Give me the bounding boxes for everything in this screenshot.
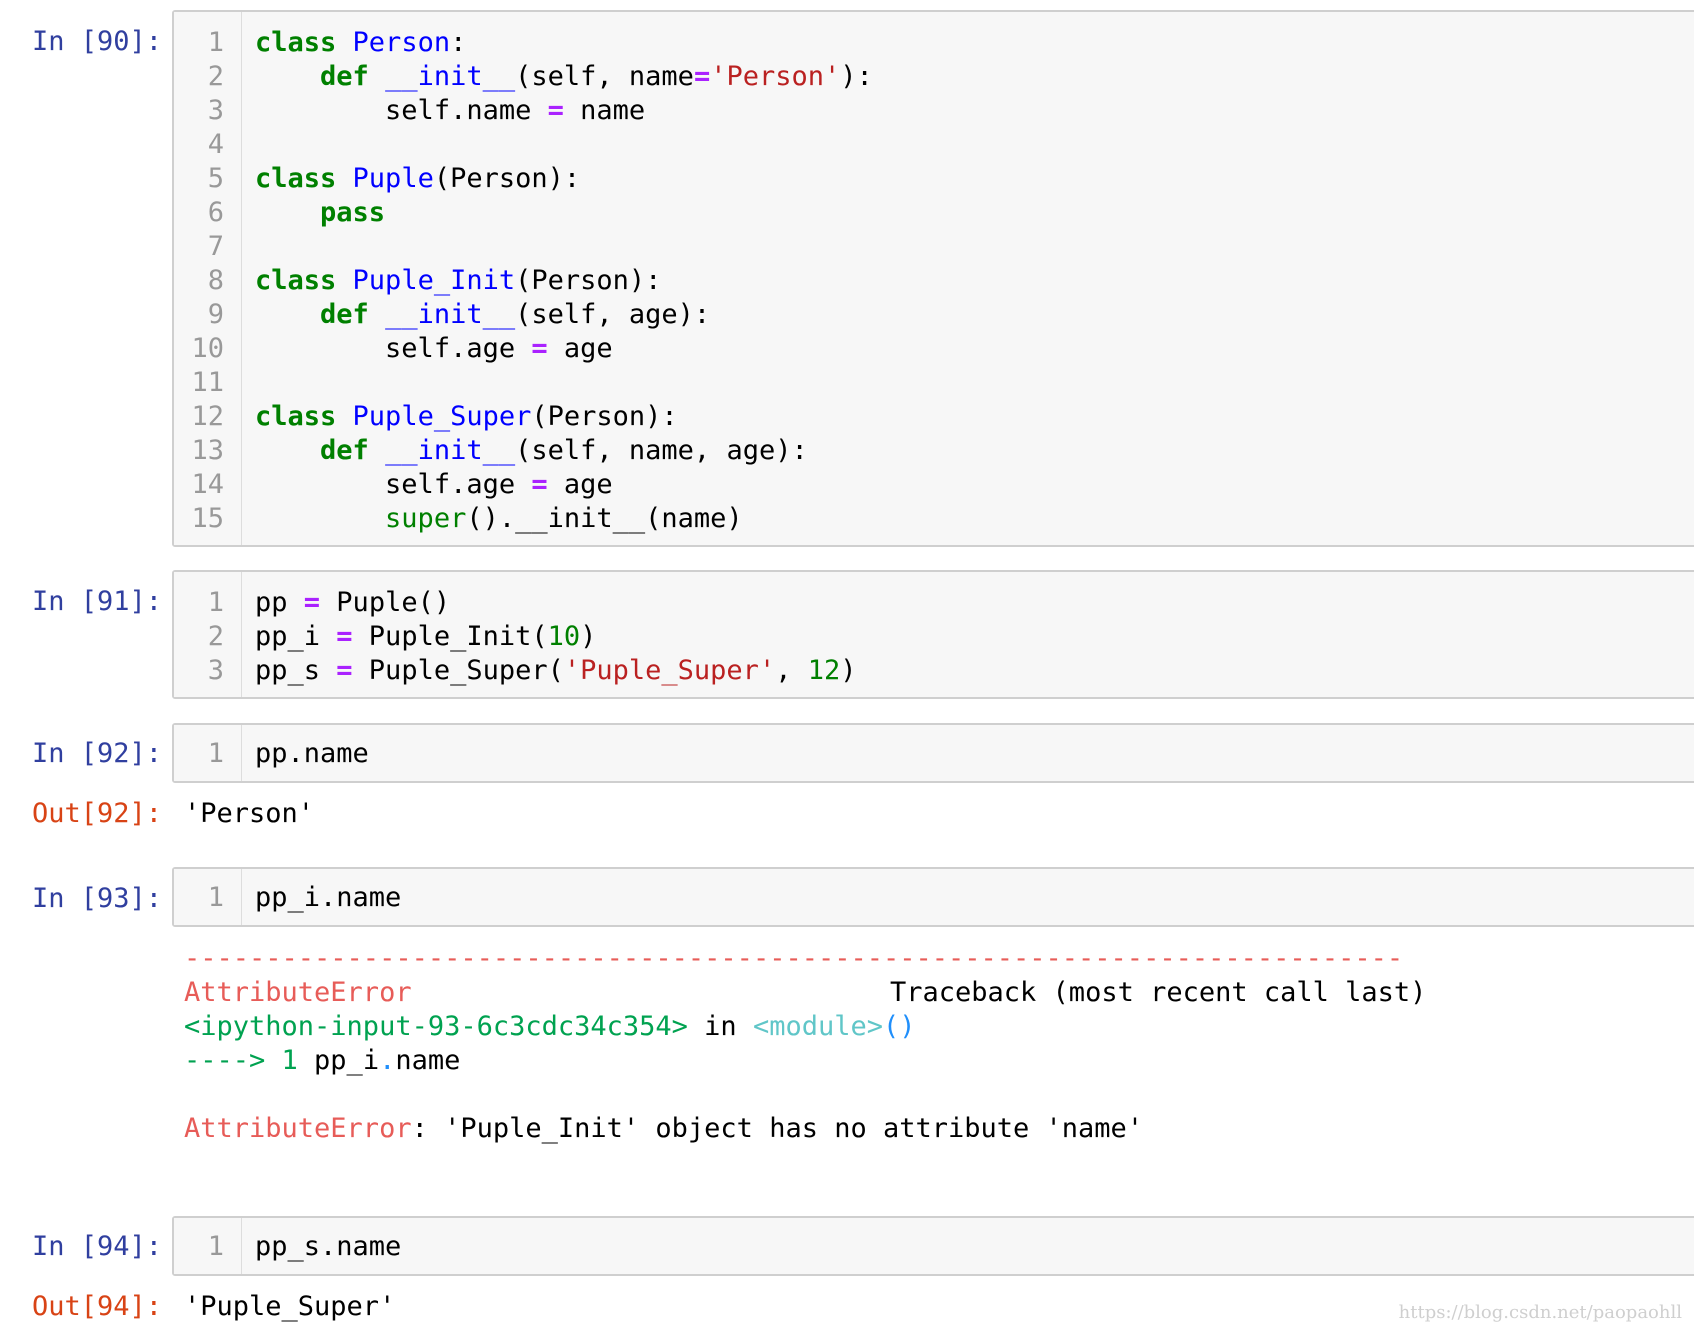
- line-number: 11: [191, 367, 224, 398]
- code-line[interactable]: class Puple(Person):: [255, 162, 580, 196]
- code-line[interactable]: def __init__(self, age):: [255, 298, 710, 332]
- code-line[interactable]: self.name = name: [255, 94, 645, 128]
- line-number: 10: [191, 333, 224, 364]
- code-line[interactable]: pp_s = Puple_Super('Puple_Super', 12): [255, 654, 857, 688]
- output-prompt-92: Out[92]:: [31, 798, 162, 829]
- line-number: 2: [207, 61, 224, 92]
- input-prompt-93: In [93]:: [31, 883, 162, 914]
- code-line[interactable]: class Puple_Super(Person):: [255, 400, 678, 434]
- code-line[interactable]: super().__init__(name): [255, 502, 743, 536]
- code-line[interactable]: def __init__(self, name, age):: [255, 434, 808, 468]
- traceback-error-message: AttributeError: 'Puple_Init' object has …: [184, 1113, 1144, 1144]
- line-number: 1: [207, 882, 224, 913]
- code-line[interactable]: class Person:: [255, 26, 466, 60]
- line-number: 5: [207, 163, 224, 194]
- code-line[interactable]: pp = Puple(): [255, 586, 450, 620]
- line-number: 1: [207, 587, 224, 618]
- input-prompt-90: In [90]:: [31, 26, 162, 57]
- line-number: 6: [207, 197, 224, 228]
- line-number: 3: [207, 95, 224, 126]
- code-cell-94[interactable]: 1 pp_s.name: [172, 1216, 1694, 1276]
- code-cell-90[interactable]: 1 2 3 4 5 6 7 8 9 10 11 12 13 14 15 clas…: [172, 10, 1694, 547]
- line-number: 14: [191, 469, 224, 500]
- line-number: 3: [207, 655, 224, 686]
- line-number-gutter: 1 2 3: [174, 572, 242, 697]
- line-number: 1: [207, 738, 224, 769]
- code-line[interactable]: pp_i.name: [255, 881, 401, 915]
- code-line[interactable]: def __init__(self, name='Person'):: [255, 60, 873, 94]
- traceback-separator: ----------------------------------------…: [184, 943, 1404, 974]
- code-line[interactable]: pp.name: [255, 737, 369, 771]
- traceback-header: AttributeError Traceback (most recent cal…: [184, 976, 1426, 1010]
- line-number: 9: [207, 299, 224, 330]
- input-prompt-91: In [91]:: [31, 586, 162, 617]
- cell-output: 'Puple_Super': [184, 1291, 396, 1322]
- line-number: 7: [207, 231, 224, 262]
- line-number: 12: [191, 401, 224, 432]
- code-line[interactable]: self.age = age: [255, 332, 613, 366]
- traceback-arrow-line: ----> 1 pp_i.name: [184, 1045, 461, 1076]
- input-prompt-92: In [92]:: [31, 738, 162, 769]
- error-name: AttributeError: [184, 977, 412, 1008]
- code-line[interactable]: pp_i = Puple_Init(10): [255, 620, 596, 654]
- code-line[interactable]: self.age = age: [255, 468, 613, 502]
- code-cell-91[interactable]: 1 2 3 pp = Puple() pp_i = Puple_Init(10)…: [172, 570, 1694, 699]
- traceback-location: <ipython-input-93-6c3cdc34c354> in <modu…: [184, 1011, 916, 1042]
- line-number-gutter: 1: [174, 869, 242, 925]
- output-prompt-94: Out[94]:: [31, 1291, 162, 1322]
- line-number: 1: [207, 27, 224, 58]
- watermark: https://blog.csdn.net/paopaohll: [1398, 1302, 1682, 1323]
- line-number-gutter: 1: [174, 725, 242, 781]
- line-number: 2: [207, 621, 224, 652]
- code-line[interactable]: pass: [255, 196, 385, 230]
- cell-output: 'Person': [184, 798, 315, 829]
- code-line[interactable]: pp_s.name: [255, 1230, 401, 1264]
- line-number: 8: [207, 265, 224, 296]
- line-number-gutter: 1: [174, 1218, 242, 1274]
- line-number-gutter: 1 2 3 4 5 6 7 8 9 10 11 12 13 14 15: [174, 12, 242, 545]
- traceback-label: Traceback (most recent call last): [890, 977, 1427, 1008]
- code-cell-93[interactable]: 1 pp_i.name: [172, 867, 1694, 927]
- line-number: 13: [191, 435, 224, 466]
- line-number: 4: [207, 129, 224, 160]
- line-number: 15: [191, 503, 224, 534]
- code-line[interactable]: class Puple_Init(Person):: [255, 264, 661, 298]
- line-number: 1: [207, 1231, 224, 1262]
- code-cell-92[interactable]: 1 pp.name: [172, 723, 1694, 783]
- input-prompt-94: In [94]:: [31, 1231, 162, 1262]
